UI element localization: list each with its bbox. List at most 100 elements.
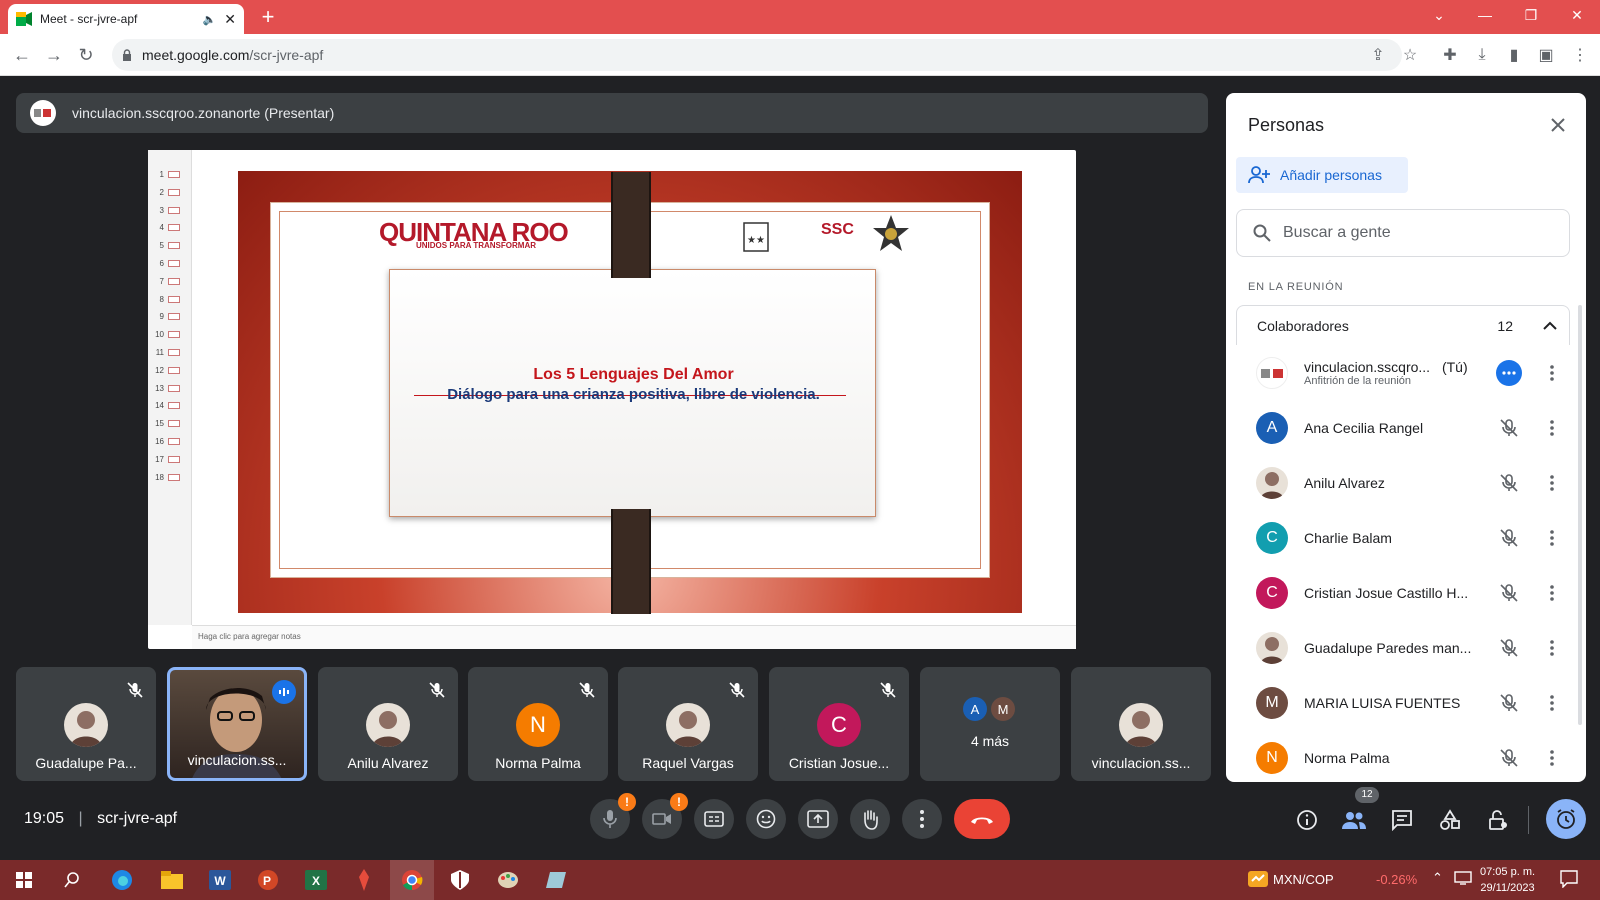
edge-icon[interactable] (100, 860, 144, 900)
slide-thumbnail[interactable]: 1 (152, 170, 180, 179)
tab-close-icon[interactable]: ✕ (224, 11, 236, 28)
slide-thumbnail[interactable]: 18 (152, 473, 180, 482)
slide-thumbnail[interactable]: 13 (152, 384, 180, 393)
slide-thumbnail[interactable]: 16 (152, 437, 180, 446)
more-options-icon[interactable] (1542, 473, 1562, 493)
participant-row[interactable]: vinculacion.sscqro... (Tú) Anfitrión de l… (1236, 345, 1570, 401)
people-search-input[interactable]: Buscar a gente (1236, 209, 1570, 257)
slide-thumbnail[interactable]: 10 (152, 330, 180, 339)
add-people-button[interactable]: Añadir personas (1236, 157, 1408, 193)
end-call-button[interactable] (954, 799, 1010, 839)
slide-thumbnail[interactable]: 17 (152, 455, 180, 464)
participant-tile[interactable]: N Norma Palma (468, 667, 608, 781)
more-options-icon[interactable] (1542, 748, 1562, 768)
app-feather-icon[interactable] (342, 860, 386, 900)
raise-hand-button[interactable] (850, 799, 890, 839)
extensions-icon[interactable]: ✚ (1438, 43, 1462, 67)
reload-button[interactable]: ↻ (74, 43, 98, 67)
share-icon[interactable]: ⇪ (1366, 43, 1390, 67)
more-options-icon[interactable] (1542, 693, 1562, 713)
slide-thumbnail[interactable]: 12 (152, 366, 180, 375)
camera-button[interactable]: ! (642, 793, 688, 839)
participant-row[interactable]: A Ana Cecilia Rangel (1236, 400, 1570, 456)
participant-row[interactable]: Guadalupe Paredes man... (1236, 620, 1570, 676)
people-icon[interactable] (1340, 806, 1368, 834)
close-window-button[interactable]: ✕ (1554, 0, 1600, 30)
slide-thumbnail[interactable]: 11 (152, 348, 180, 357)
bookmark-star-icon[interactable]: ☆ (1398, 43, 1422, 67)
participant-row[interactable]: Anilu Alvarez (1236, 455, 1570, 511)
reactions-button[interactable] (746, 799, 786, 839)
taskbar-clock[interactable]: 07:05 p. m. 29/11/2023 (1480, 864, 1535, 896)
browser-tab[interactable]: Meet - scr-jvre-apf 🔈 ✕ (8, 4, 244, 34)
participant-row[interactable]: N Norma Palma (1236, 730, 1570, 782)
participant-row[interactable]: M MARIA LUISA FUENTES (1236, 675, 1570, 731)
more-options-icon[interactable] (1542, 583, 1562, 603)
more-options-icon[interactable] (1542, 418, 1562, 438)
more-options-icon[interactable] (1542, 363, 1562, 383)
file-explorer-icon[interactable] (150, 860, 194, 900)
slide-thumbnail[interactable]: 6 (152, 259, 180, 268)
restore-button[interactable]: ❐ (1508, 0, 1554, 30)
microphone-button[interactable]: ! (590, 793, 636, 839)
participant-tile[interactable]: Guadalupe Pa... (16, 667, 156, 781)
security-shield-icon[interactable] (438, 860, 482, 900)
slide-thumbnail[interactable]: 2 (152, 188, 180, 197)
more-options-icon[interactable] (1542, 638, 1562, 658)
more-participants-tile[interactable]: AM 4 más (920, 667, 1060, 781)
tab-search-icon[interactable]: ⌄ (1416, 0, 1462, 30)
slide-thumbnail[interactable]: 15 (152, 419, 180, 428)
currency-pair[interactable]: MXN/COP (1273, 872, 1334, 887)
participant-tile[interactable]: Raquel Vargas (618, 667, 758, 781)
slide-thumbnail[interactable]: 9 (152, 312, 180, 321)
notifications-icon[interactable] (1560, 870, 1578, 888)
profile-icon[interactable]: ▣ (1534, 43, 1558, 67)
panel-scrollbar[interactable] (1578, 305, 1582, 725)
slide-thumbnail[interactable]: 7 (152, 277, 180, 286)
address-bar[interactable]: meet.google.com/scr-jvre-apf (112, 39, 1402, 71)
meeting-details-icon[interactable] (1293, 806, 1321, 834)
close-panel-icon[interactable] (1544, 111, 1572, 139)
taskbar-search-icon[interactable] (50, 860, 94, 900)
participant-tile[interactable]: vinculacion.ss... (167, 667, 307, 781)
participant-tile[interactable]: Anilu Alvarez (318, 667, 458, 781)
tray-chevron-icon[interactable]: ⌃ (1432, 870, 1443, 886)
slide-thumbnail[interactable]: 5 (152, 241, 180, 250)
participant-tile[interactable]: C Cristian Josue... (769, 667, 909, 781)
powerpoint-icon[interactable]: P (246, 860, 290, 900)
network-icon[interactable] (1454, 871, 1472, 885)
back-button[interactable]: ← (10, 43, 34, 67)
download-icon[interactable]: ⤓ (1470, 43, 1494, 67)
windows-start-icon[interactable] (2, 860, 46, 900)
slide-thumbnail[interactable]: 14 (152, 401, 180, 410)
activities-icon[interactable] (1436, 806, 1464, 834)
timer-button[interactable] (1546, 799, 1586, 839)
collaborators-group-header[interactable]: Colaboradores 12 (1236, 305, 1570, 345)
browser-menu-icon[interactable]: ⋮ (1568, 43, 1592, 67)
excel-icon[interactable]: X (294, 860, 338, 900)
minimize-button[interactable]: — (1462, 0, 1508, 30)
chrome-icon[interactable] (390, 860, 434, 900)
more-options-icon[interactable] (1542, 528, 1562, 548)
mic-off-icon (1498, 527, 1520, 549)
chat-icon[interactable] (1388, 806, 1416, 834)
participant-name: Guadalupe Pa... (35, 755, 137, 771)
slide-thumbnail[interactable]: 8 (152, 295, 180, 304)
captions-button[interactable] (694, 799, 734, 839)
slide-thumbnail[interactable]: 3 (152, 206, 180, 215)
paint-icon[interactable] (486, 860, 530, 900)
more-options-button[interactable] (902, 799, 942, 839)
side-panel-icon[interactable]: ▮ (1502, 43, 1526, 67)
notes-app-icon[interactable] (534, 860, 578, 900)
slide-thumbnail[interactable]: 4 (152, 223, 180, 232)
forward-button[interactable]: → (42, 43, 66, 67)
present-button[interactable] (798, 799, 838, 839)
participant-name: vinculacion.ss... (1091, 755, 1191, 771)
word-icon[interactable]: W (198, 860, 242, 900)
participant-row[interactable]: C Cristian Josue Castillo H... (1236, 565, 1570, 621)
participant-tile[interactable]: vinculacion.ss... (1071, 667, 1211, 781)
host-controls-icon[interactable] (1484, 806, 1512, 834)
avatar (1256, 467, 1288, 499)
new-tab-button[interactable]: + (256, 6, 280, 30)
participant-row[interactable]: C Charlie Balam (1236, 510, 1570, 566)
